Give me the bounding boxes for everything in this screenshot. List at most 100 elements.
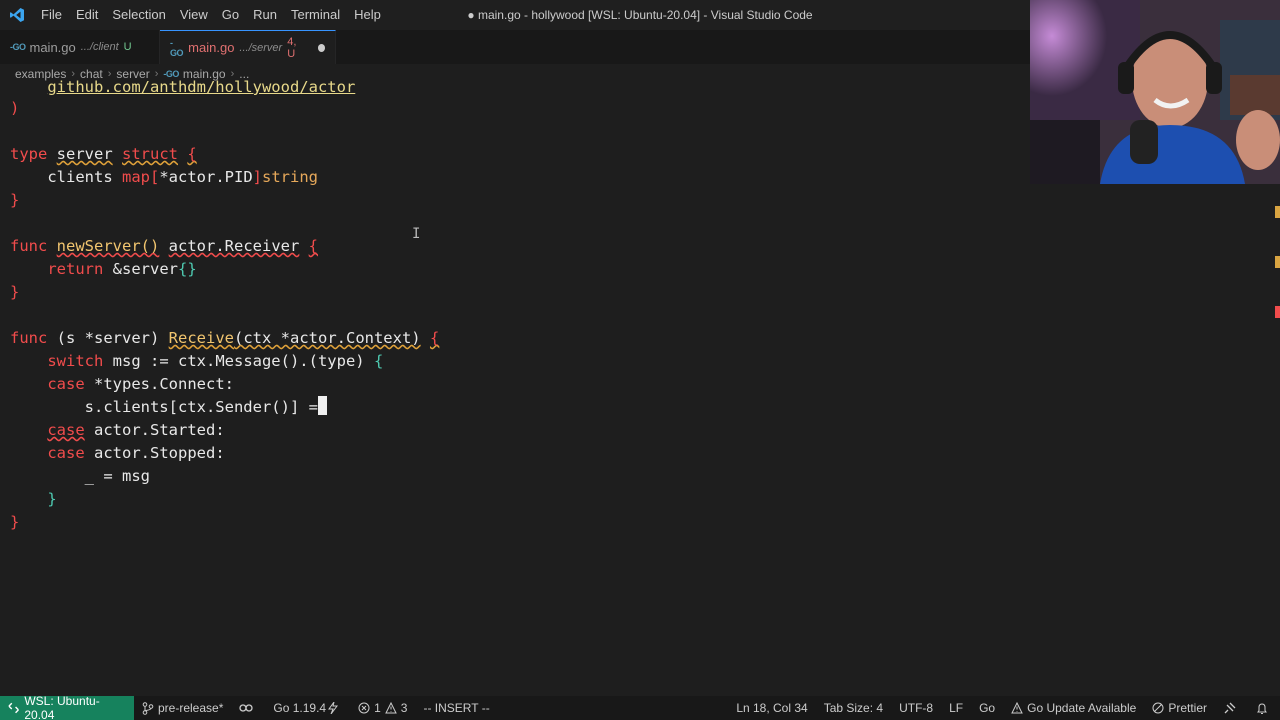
go-file-icon: -GO — [170, 37, 184, 58]
end-of-line[interactable]: LF — [941, 696, 971, 720]
mouse-ibeam-icon: I — [412, 226, 421, 242]
keyword: case — [47, 444, 85, 462]
cursor-position[interactable]: Ln 18, Col 34 — [728, 696, 815, 720]
feedback-icon — [1224, 702, 1236, 713]
menu-file[interactable]: File — [34, 0, 69, 30]
encoding[interactable]: UTF-8 — [891, 696, 941, 720]
code-line: ) — [10, 97, 19, 120]
identifier: server — [56, 145, 113, 163]
brace: { — [308, 237, 319, 255]
sync-icon — [239, 704, 254, 712]
tab-server-main-go[interactable]: -GO main.go .../server 4, U — [160, 30, 336, 64]
prettier-label: Prettier — [1168, 701, 1207, 715]
text-cursor — [317, 396, 327, 415]
menu-go[interactable]: Go — [215, 0, 246, 30]
tab-size[interactable]: Tab Size: 4 — [816, 696, 891, 720]
webcam-overlay — [1030, 0, 1280, 184]
feedback-button[interactable] — [1215, 696, 1248, 720]
tab-problem-status: 4, U — [287, 35, 297, 60]
code-line: } — [10, 189, 19, 212]
expression: msg := ctx.Message(). — [112, 352, 309, 370]
code-line: func (s *server) Receive(ctx *actor.Cont… — [10, 327, 439, 350]
brace: } — [10, 191, 20, 209]
remote-icon — [8, 702, 19, 714]
code-line: func newServer() actor.Receiver { — [10, 235, 318, 258]
keyword: return — [47, 260, 104, 278]
warning-marker — [1275, 256, 1280, 268]
notifications-button[interactable] — [1248, 696, 1280, 720]
status-bar: WSL: Ubuntu-20.04 pre-release* Go 1.19.4… — [0, 694, 1280, 720]
keyword: case — [47, 375, 85, 393]
lightning-icon — [328, 702, 339, 714]
prettier-icon — [1152, 702, 1164, 714]
menu-run[interactable]: Run — [246, 0, 284, 30]
code-line: case actor.Stopped: — [10, 442, 225, 465]
keyword: switch — [47, 352, 104, 370]
problems-indicator[interactable]: 1 3 — [350, 696, 415, 720]
identifier: &server — [112, 260, 178, 278]
keyword: map — [122, 168, 150, 186]
code-line: } — [10, 488, 57, 511]
bracket: ] — [252, 168, 263, 186]
code-line: case actor.Started: — [10, 419, 224, 442]
keyword: func — [10, 237, 48, 255]
brace: } — [47, 490, 57, 508]
statement: _ = msg — [84, 467, 150, 485]
error-marker — [1275, 306, 1280, 318]
vim-mode: -- INSERT -- — [423, 701, 490, 715]
branch-label: pre-release* — [158, 701, 224, 715]
language-mode[interactable]: Go — [971, 696, 1003, 720]
brace: { — [429, 329, 440, 347]
brace: } — [10, 283, 20, 301]
prettier[interactable]: Prettier — [1144, 696, 1215, 720]
function-name: Receive — [168, 329, 234, 347]
receiver: (s *server) — [56, 329, 160, 347]
menu-help[interactable]: Help — [347, 0, 388, 30]
tab-git-status: U — [123, 41, 132, 53]
vscode-logo-icon[interactable] — [2, 0, 32, 30]
import-path[interactable]: github.com/anthdm/hollywood/actor — [47, 78, 355, 96]
type-name: actor.Receiver — [168, 237, 300, 255]
brace: { — [187, 145, 197, 163]
brace: {} — [178, 260, 197, 278]
function-name: newServer() — [56, 237, 160, 255]
identifier: clients — [47, 168, 113, 186]
sync-button[interactable] — [231, 696, 265, 720]
error-count: 1 — [374, 701, 381, 715]
tab-label: main.go — [188, 40, 235, 55]
keyword: struct — [122, 145, 179, 163]
go-file-icon: -GO — [10, 42, 26, 52]
menu-selection[interactable]: Selection — [105, 0, 172, 30]
error-icon — [358, 702, 370, 714]
keyword: type — [10, 145, 48, 163]
git-branch[interactable]: pre-release* — [134, 696, 231, 720]
menu-edit[interactable]: Edit — [69, 0, 105, 30]
remote-indicator[interactable]: WSL: Ubuntu-20.04 — [0, 694, 134, 720]
menu-terminal[interactable]: Terminal — [284, 0, 347, 30]
paren: ) — [10, 99, 20, 117]
go-update[interactable]: Go Update Available — [1003, 696, 1144, 720]
brace: { — [373, 352, 384, 370]
case-expr: *types.Connect: — [94, 375, 234, 393]
remote-label: WSL: Ubuntu-20.04 — [24, 694, 100, 720]
tab-path: .../client — [80, 41, 119, 53]
menu-view[interactable]: View — [173, 0, 215, 30]
tab-path: .../server — [239, 41, 283, 54]
code-line: switch msg := ctx.Message().(type) { — [10, 350, 383, 373]
webcam-image — [1030, 0, 1280, 184]
type-name: *actor.PID — [159, 168, 253, 186]
go-version-label: Go 1.19.4 — [273, 701, 327, 715]
warning-icon — [1011, 702, 1023, 714]
case-expr: actor.Stopped: — [94, 444, 225, 462]
params: (ctx *actor.Context) — [234, 329, 421, 347]
bell-icon — [1257, 702, 1267, 714]
tab-client-main-go[interactable]: -GO main.go .../client U — [0, 30, 160, 64]
go-version[interactable]: Go 1.19.4 — [265, 696, 350, 720]
warning-marker — [1275, 206, 1280, 218]
tab-label: main.go — [29, 39, 76, 55]
go-update-label: Go Update Available — [1027, 701, 1137, 715]
unsaved-dot-icon[interactable] — [317, 43, 325, 52]
keyword: func — [10, 329, 48, 347]
keyword: case — [47, 421, 85, 439]
code-line: clients map[*actor.PID]string — [10, 166, 318, 189]
